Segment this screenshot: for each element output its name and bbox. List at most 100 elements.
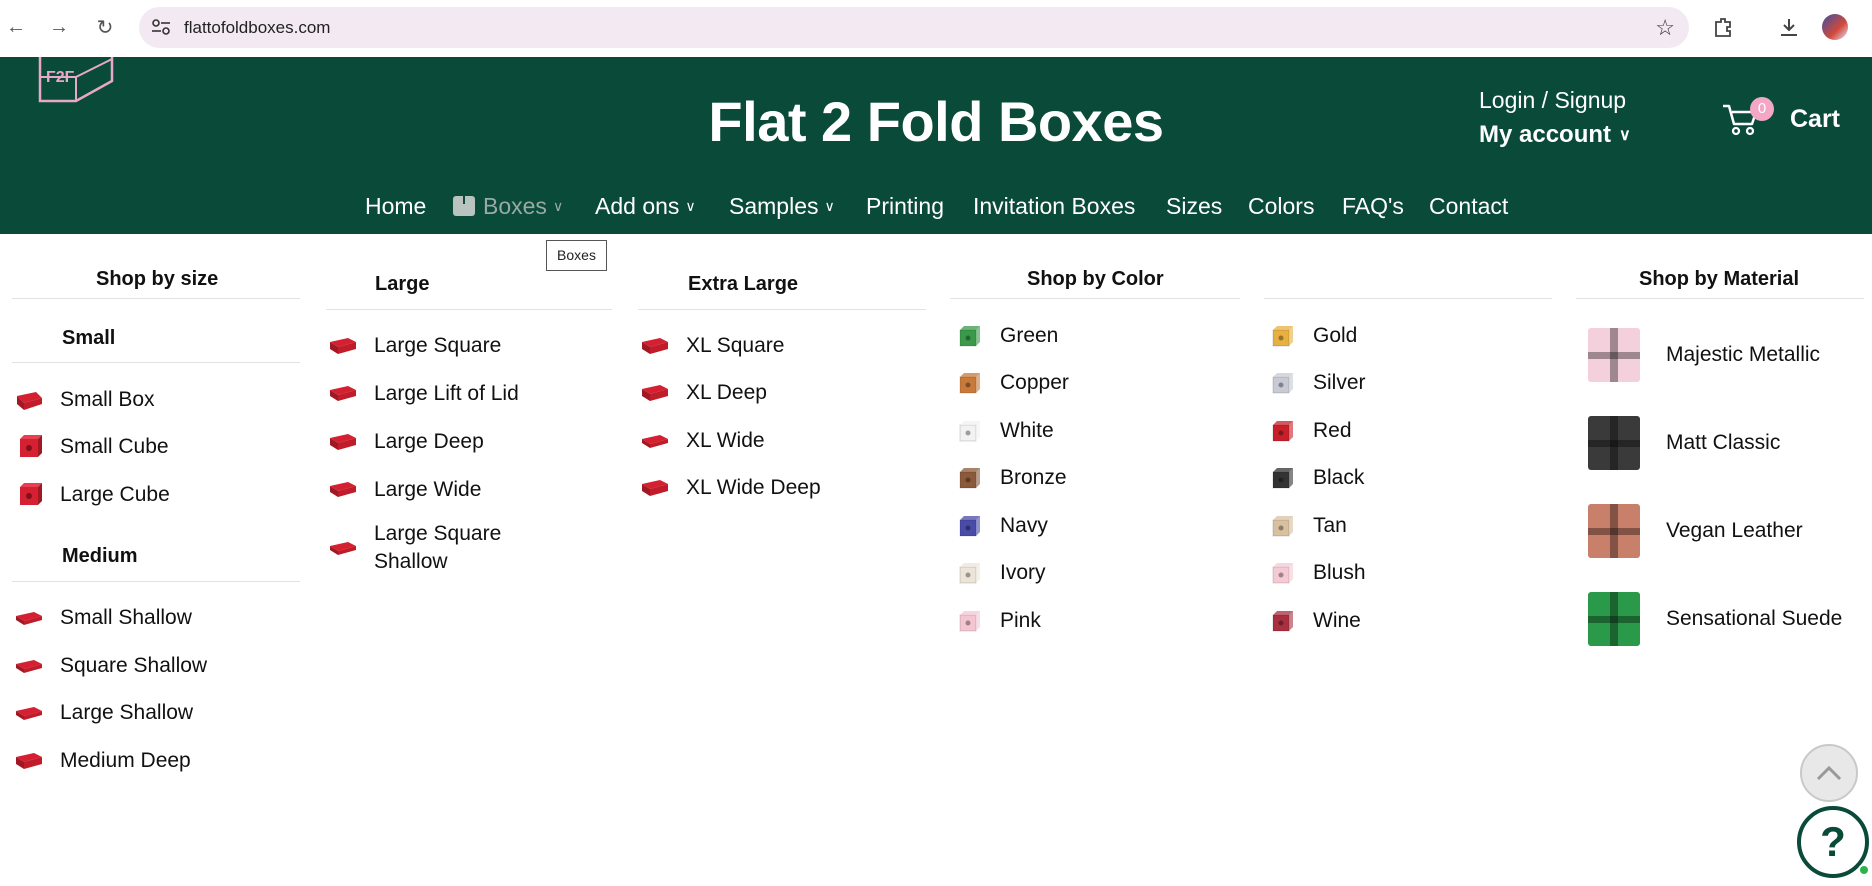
menu-item-small-shallow[interactable]: Small Shallow — [14, 604, 192, 632]
reload-icon[interactable]: ↻ — [91, 13, 119, 41]
main-navigation: Home Boxes ∨ Add ons ∨ Samples ∨ Printing I… — [0, 193, 1872, 233]
divider — [12, 362, 300, 363]
color-swatch-icon — [959, 516, 980, 537]
menu-item-small-box[interactable]: Small Box — [14, 386, 155, 414]
boxes-tooltip: Boxes — [546, 240, 607, 271]
red-cube-icon — [20, 435, 42, 457]
color-item-green[interactable]: Green — [954, 322, 1058, 350]
red-cube-icon — [20, 483, 42, 505]
download-icon[interactable] — [1776, 14, 1802, 40]
chevron-down-icon: ∨ — [824, 198, 835, 214]
extra-large-heading: Extra Large — [688, 273, 799, 295]
url-text[interactable]: flattofoldboxes.com — [184, 18, 330, 38]
nav-home[interactable]: Home — [365, 193, 426, 220]
chevron-up-icon — [1816, 765, 1842, 781]
color-item-gold[interactable]: Gold — [1267, 322, 1357, 350]
nav-add-ons[interactable]: Add ons ∨ — [595, 193, 696, 220]
nav-boxes[interactable]: Boxes ∨ — [453, 193, 563, 220]
cart-link[interactable]: Cart — [1790, 105, 1840, 134]
divider — [326, 309, 612, 310]
menu-item-xl-deep[interactable]: XL Deep — [640, 379, 767, 407]
login-signup-link[interactable]: Login / Signup — [1479, 87, 1626, 114]
browser-toolbar: ← → ↻ flattofoldboxes.com ☆ — [0, 0, 1872, 57]
back-icon[interactable]: ← — [2, 13, 30, 41]
material-swatch-icon — [1588, 416, 1640, 470]
color-item-black[interactable]: Black — [1267, 464, 1364, 492]
material-swatch-icon — [1588, 504, 1640, 558]
profile-avatar[interactable] — [1822, 14, 1848, 40]
forward-icon[interactable]: → — [45, 13, 73, 41]
medium-heading: Medium — [62, 545, 138, 567]
nav-contact[interactable]: Contact — [1429, 193, 1508, 220]
menu-item-large-lift-of-lid[interactable]: Large Lift of Lid — [328, 380, 519, 408]
color-swatch-icon — [1272, 611, 1293, 632]
material-item-sensational-suede[interactable]: Sensational Suede — [1588, 592, 1842, 646]
menu-item-xl-wide[interactable]: XL Wide — [640, 427, 765, 455]
menu-item-large-cube[interactable]: Large Cube — [14, 481, 170, 509]
color-swatch-icon — [959, 468, 980, 489]
divider — [950, 298, 1240, 299]
menu-item-small-cube[interactable]: Small Cube — [14, 433, 169, 461]
nav-colors[interactable]: Colors — [1248, 193, 1314, 220]
red-box-icon — [642, 385, 668, 401]
bookmark-star-icon[interactable]: ☆ — [1655, 15, 1675, 41]
color-swatch-icon — [1272, 326, 1293, 347]
red-box-icon — [642, 480, 668, 496]
red-box-icon — [330, 482, 356, 497]
color-item-white[interactable]: White — [954, 417, 1054, 445]
extensions-icon[interactable] — [1710, 14, 1736, 40]
color-swatch-icon — [1272, 516, 1293, 537]
chevron-down-icon: ∨ — [685, 198, 696, 214]
cart-count-badge: 0 — [1750, 97, 1774, 121]
red-box-icon — [16, 753, 42, 769]
menu-item-medium-deep[interactable]: Medium Deep — [14, 747, 191, 775]
color-item-blush[interactable]: Blush — [1267, 559, 1366, 587]
my-account-label: My account — [1479, 121, 1612, 148]
divider — [1264, 298, 1552, 299]
red-box-icon — [330, 434, 356, 450]
site-settings-icon[interactable] — [151, 18, 171, 36]
material-item-matt-classic[interactable]: Matt Classic — [1588, 416, 1780, 470]
my-account-dropdown[interactable]: My account ∨ — [1479, 121, 1631, 149]
menu-item-large-deep[interactable]: Large Deep — [328, 428, 484, 456]
menu-item-xl-wide-deep[interactable]: XL Wide Deep — [640, 474, 821, 502]
nav-samples[interactable]: Samples ∨ — [729, 193, 835, 220]
color-item-wine[interactable]: Wine — [1267, 607, 1361, 635]
color-item-tan[interactable]: Tan — [1267, 512, 1347, 540]
nav-faqs[interactable]: FAQ's — [1342, 193, 1404, 220]
box-icon — [453, 196, 475, 216]
color-swatch-icon — [959, 421, 980, 442]
red-box-icon — [330, 338, 356, 354]
color-swatch-icon — [959, 326, 980, 347]
color-swatch-icon — [1272, 468, 1293, 489]
red-flat-box-icon — [16, 612, 42, 625]
menu-item-large-shallow[interactable]: Large Shallow — [14, 699, 193, 727]
menu-item-large-square-shallow[interactable]: Large Square Shallow — [328, 520, 548, 576]
scroll-to-top-button[interactable] — [1800, 744, 1858, 802]
menu-item-xl-square[interactable]: XL Square — [640, 332, 784, 360]
nav-sizes[interactable]: Sizes — [1166, 193, 1222, 220]
large-heading: Large — [375, 273, 430, 295]
shop-by-size-heading: Shop by size — [96, 268, 219, 290]
nav-printing[interactable]: Printing — [866, 193, 944, 220]
color-item-ivory[interactable]: Ivory — [954, 559, 1046, 587]
color-item-navy[interactable]: Navy — [954, 512, 1048, 540]
material-item-vegan-leather[interactable]: Vegan Leather — [1588, 504, 1803, 558]
color-item-bronze[interactable]: Bronze — [954, 464, 1067, 492]
menu-item-large-wide[interactable]: Large Wide — [328, 476, 481, 504]
red-box-icon — [642, 338, 668, 354]
chevron-down-icon: ∨ — [552, 198, 564, 214]
color-item-red[interactable]: Red — [1267, 417, 1352, 445]
nav-invitation-boxes[interactable]: Invitation Boxes — [973, 193, 1135, 220]
menu-item-large-square[interactable]: Large Square — [328, 332, 501, 360]
color-item-silver[interactable]: Silver — [1267, 369, 1366, 397]
red-flat-box-icon — [16, 707, 42, 720]
menu-item-square-shallow[interactable]: Square Shallow — [14, 652, 207, 680]
address-bar[interactable]: flattofoldboxes.com ☆ — [139, 7, 1689, 48]
shop-by-color-heading: Shop by Color — [1027, 268, 1164, 290]
material-item-majestic-metallic[interactable]: Majestic Metallic — [1588, 328, 1820, 382]
color-item-pink[interactable]: Pink — [954, 607, 1041, 635]
color-swatch-icon — [959, 563, 980, 584]
color-item-copper[interactable]: Copper — [954, 369, 1069, 397]
red-flat-box-icon — [16, 660, 42, 673]
